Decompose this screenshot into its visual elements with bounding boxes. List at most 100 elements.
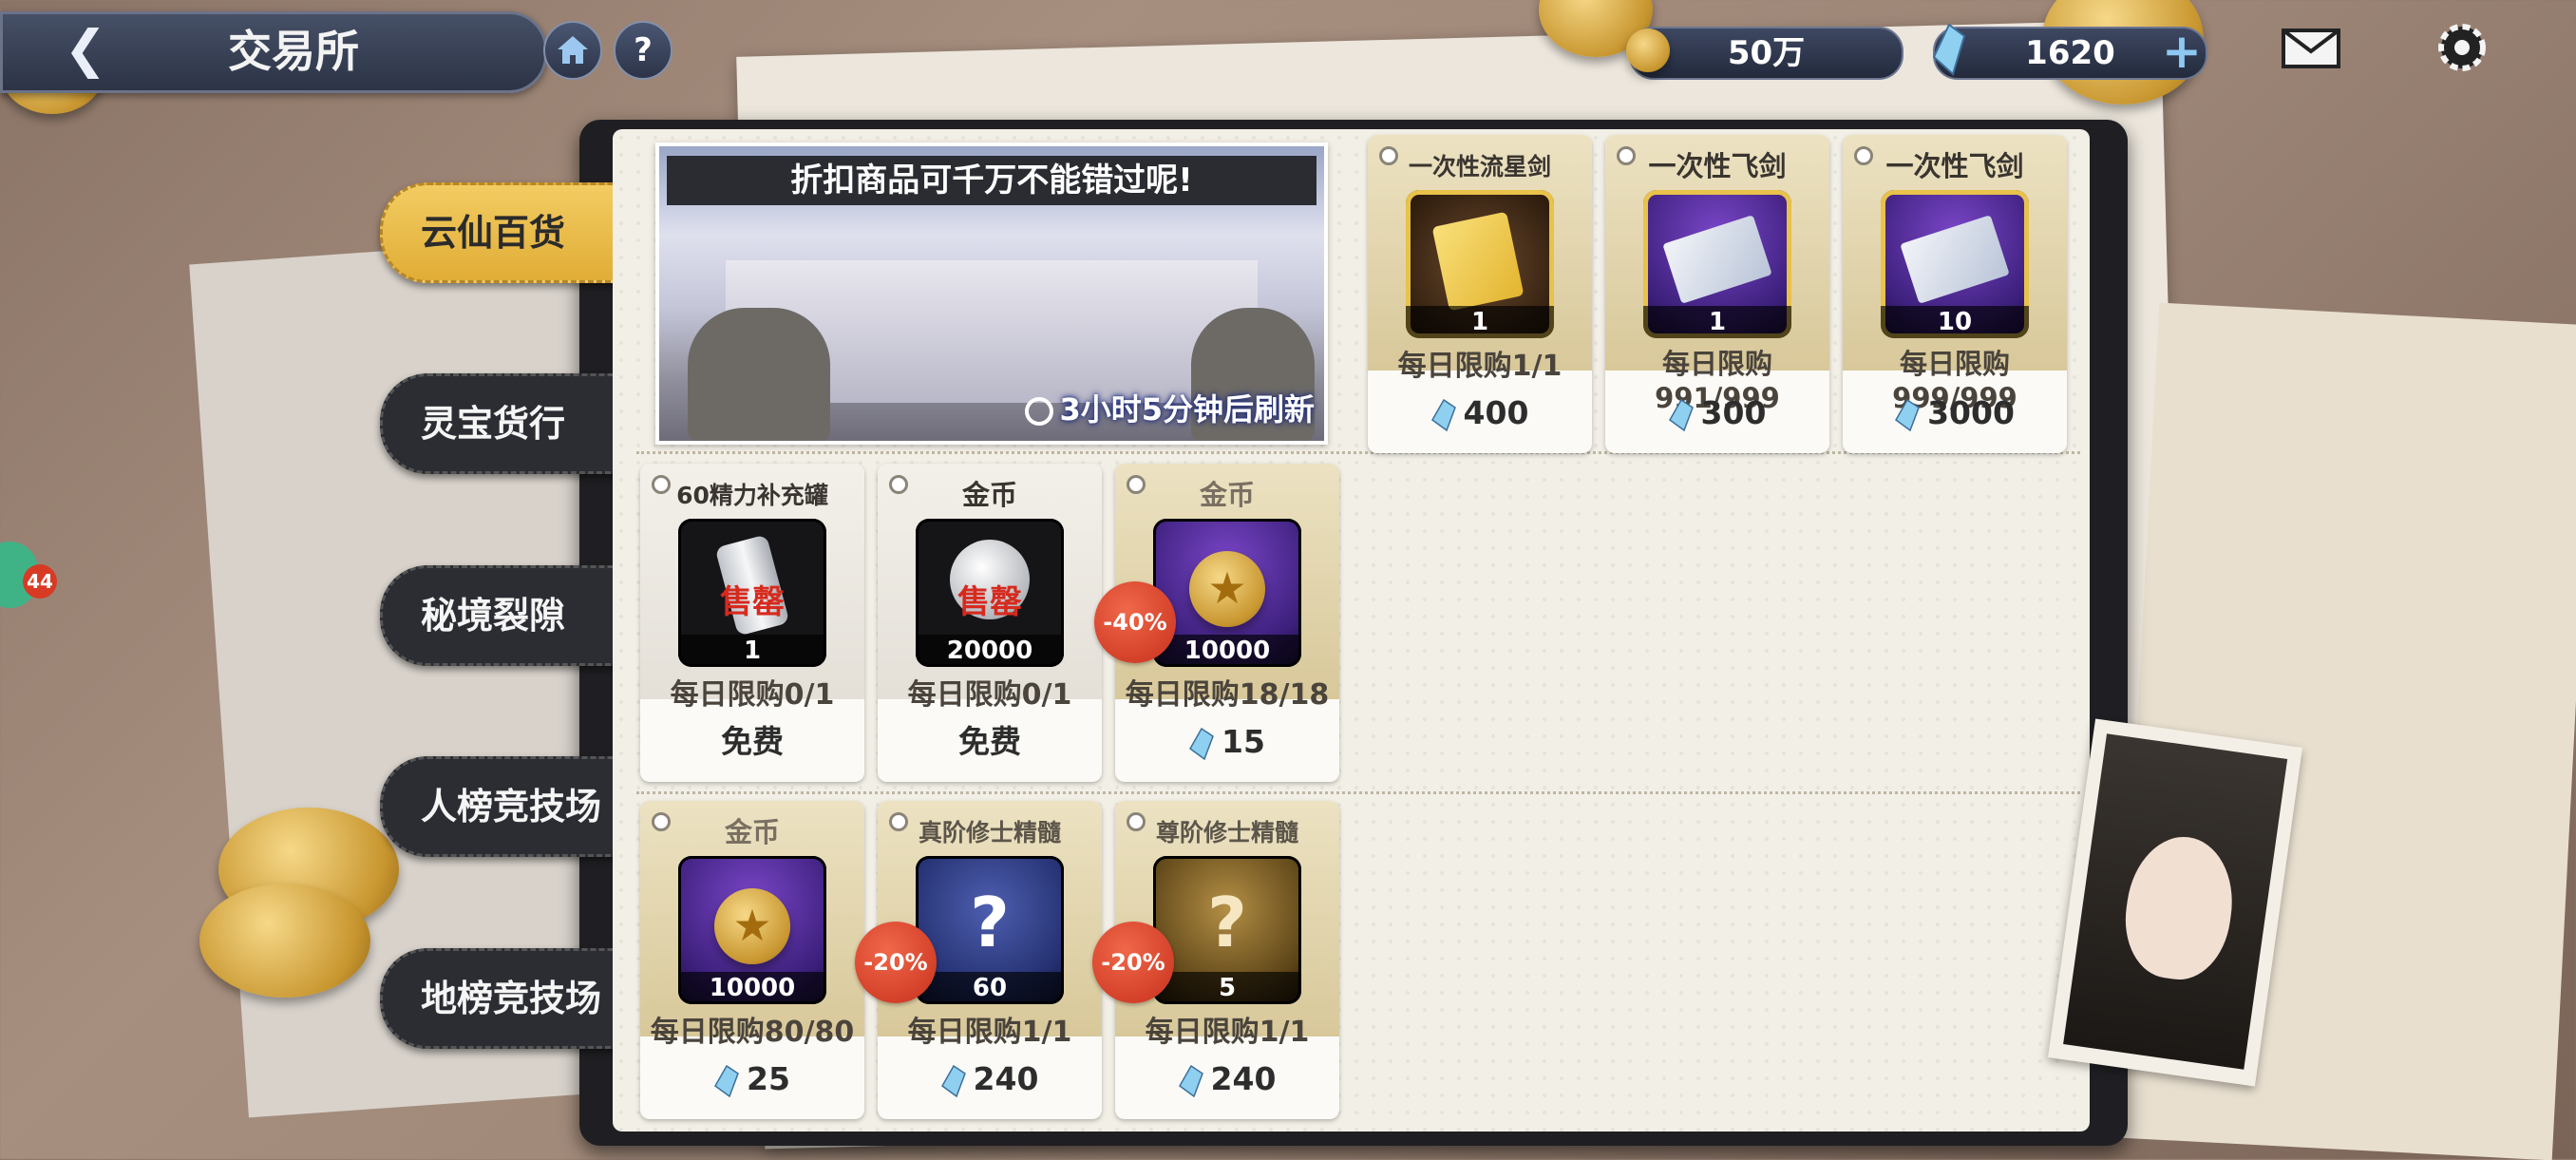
back-button[interactable]: ❮ xyxy=(57,21,114,78)
mystery-puzzle-gold-icon: ? xyxy=(1207,883,1247,962)
item-icon-frame: 1 xyxy=(1643,190,1791,338)
tab-secret-rift[interactable]: 秘境裂隙 xyxy=(380,565,642,666)
item-icon-frame: 1 xyxy=(1406,190,1554,338)
tab-yunxian-store[interactable]: 云仙百货 xyxy=(380,182,642,283)
price-value: 免费 xyxy=(958,723,1021,760)
price-value: 3000 xyxy=(1927,394,2015,431)
price-value: 400 xyxy=(1463,394,1529,431)
price-button[interactable]: 免费 xyxy=(640,709,864,775)
item-icon-frame: ★ 10000 xyxy=(1153,519,1301,667)
shop-item-card[interactable]: 60精力补充罐 售罄 1 每日限购0/1 免费 xyxy=(640,464,864,782)
item-quantity: 10000 xyxy=(1153,635,1301,667)
item-icon-frame: ? 5 xyxy=(1153,856,1301,1004)
price-button[interactable]: 免费 xyxy=(878,709,1102,775)
gem-amount: 1620 xyxy=(2025,34,2115,72)
gold-coin-icon: ★ xyxy=(714,888,790,964)
gem-icon xyxy=(940,1064,966,1097)
discount-badge: -40% xyxy=(1094,581,1176,663)
price-button[interactable]: 240 xyxy=(1115,1046,1339,1112)
stone-lion-left xyxy=(688,308,830,441)
item-name: 60精力补充罐 xyxy=(676,482,828,509)
gem-icon xyxy=(1668,398,1694,431)
tab-human-arena[interactable]: 人榜竞技场 xyxy=(380,756,642,857)
paper-flying-sword-icon xyxy=(1900,215,2010,304)
gem-icon xyxy=(1189,727,1214,760)
purchase-limit: 每日限购1/1 xyxy=(1145,1016,1310,1049)
gem-icon xyxy=(1178,1064,1203,1097)
shop-item-card[interactable]: 一次性流星剑 1 每日限购1/1 400 xyxy=(1368,135,1592,453)
price-button[interactable]: 3000 xyxy=(1843,380,2067,447)
item-quantity: 10000 xyxy=(678,972,826,1004)
shop-item-card[interactable]: 一次性飞剑 1 每日限购991/999 300 xyxy=(1605,135,1829,453)
item-icon-frame: 售罄 20000 xyxy=(916,519,1064,667)
shop-item-card[interactable]: 金币 ★ 10000 每日限购80/80 25 xyxy=(640,801,864,1119)
discount-banner[interactable]: 折扣商品可千万不能错过呢! 3小时5分钟后刷新 xyxy=(655,143,1328,445)
item-name: 一次性飞剑 xyxy=(1648,150,1787,182)
mail-icon xyxy=(2282,29,2340,68)
item-quantity: 1 xyxy=(1643,306,1791,338)
sold-out-label: 售罄 xyxy=(957,583,1022,621)
gem-icon xyxy=(1430,398,1456,431)
item-quantity: 1 xyxy=(678,635,826,667)
shop-item-card[interactable]: 一次性飞剑 10 每日限购999/999 3000 xyxy=(1843,135,2067,453)
clock-icon xyxy=(1025,397,1054,426)
price-value: 15 xyxy=(1222,723,1265,760)
purchase-limit: 每日限购0/1 xyxy=(907,678,1072,712)
price-button[interactable]: 25 xyxy=(640,1046,864,1112)
coin-stack-decoration xyxy=(199,884,370,998)
item-name: 一次性流星剑 xyxy=(1408,153,1551,181)
gold-counter: 50万 xyxy=(1629,27,1904,80)
item-icon-frame: 售罄 1 xyxy=(678,519,826,667)
home-icon xyxy=(558,36,588,64)
item-name: 一次性飞剑 xyxy=(1885,150,2024,182)
tab-lingbao-shop[interactable]: 灵宝货行 xyxy=(380,373,642,474)
item-icon-frame: ★ 10000 xyxy=(678,856,826,1004)
help-button[interactable]: ? xyxy=(614,21,672,80)
price-value: 240 xyxy=(1210,1060,1277,1097)
item-quantity: 5 xyxy=(1153,972,1301,1004)
price-button[interactable]: 15 xyxy=(1115,709,1339,775)
purchase-limit: 每日限购0/1 xyxy=(670,678,835,712)
price-button[interactable]: 300 xyxy=(1605,380,1829,447)
item-name: 金币 xyxy=(1199,479,1255,511)
item-name: 尊阶修士精髓 xyxy=(1155,819,1298,846)
yellow-scroll-sword-icon xyxy=(1431,211,1525,312)
settings-button[interactable] xyxy=(2432,17,2492,78)
chat-badge: 44 xyxy=(23,564,57,599)
price-value: 免费 xyxy=(721,723,784,760)
item-quantity: 1 xyxy=(1406,306,1554,338)
purchase-limit: 每日限购18/18 xyxy=(1125,678,1330,712)
price-value: 300 xyxy=(1700,394,1767,431)
discount-badge: -20% xyxy=(855,922,937,1003)
gem-icon xyxy=(714,1064,739,1097)
item-quantity: 60 xyxy=(916,972,1064,1004)
refresh-timer: 3小时5分钟后刷新 xyxy=(1025,388,1315,431)
back-arrow-icon: ❮ xyxy=(64,19,107,79)
item-name: 金币 xyxy=(724,816,780,848)
banner-headline: 折扣商品可千万不能错过呢! xyxy=(667,156,1316,205)
mail-button[interactable] xyxy=(2280,23,2344,72)
row-divider xyxy=(636,791,2080,794)
home-button[interactable] xyxy=(543,21,602,80)
purchase-limit: 每日限购1/1 xyxy=(1397,350,1563,383)
item-icon-frame: ? 60 xyxy=(916,856,1064,1004)
item-quantity: 20000 xyxy=(916,635,1064,667)
price-button[interactable]: 400 xyxy=(1368,380,1592,447)
discount-badge: -20% xyxy=(1092,922,1174,1003)
gem-icon xyxy=(1895,398,1920,431)
price-value: 240 xyxy=(973,1060,1039,1097)
shop-item-card[interactable]: 金币 售罄 20000 每日限购0/1 免费 xyxy=(878,464,1102,782)
gear-icon xyxy=(2438,24,2486,71)
gem-icon xyxy=(1932,23,1966,76)
item-icon-frame: 10 xyxy=(1881,190,2029,338)
item-quantity: 10 xyxy=(1881,306,2029,338)
gold-amount: 50万 xyxy=(1727,34,1806,72)
price-button[interactable]: 240 xyxy=(878,1046,1102,1112)
item-name: 真阶修士精髓 xyxy=(918,819,1061,846)
purchase-limit: 每日限购80/80 xyxy=(650,1016,855,1049)
refresh-timer-text: 3小时5分钟后刷新 xyxy=(1059,391,1315,428)
tab-earth-arena[interactable]: 地榜竞技场 xyxy=(380,948,642,1049)
purchase-limit: 每日限购1/1 xyxy=(907,1016,1072,1049)
add-gems-button[interactable]: + xyxy=(2158,25,2206,78)
sold-out-label: 售罄 xyxy=(720,583,785,621)
